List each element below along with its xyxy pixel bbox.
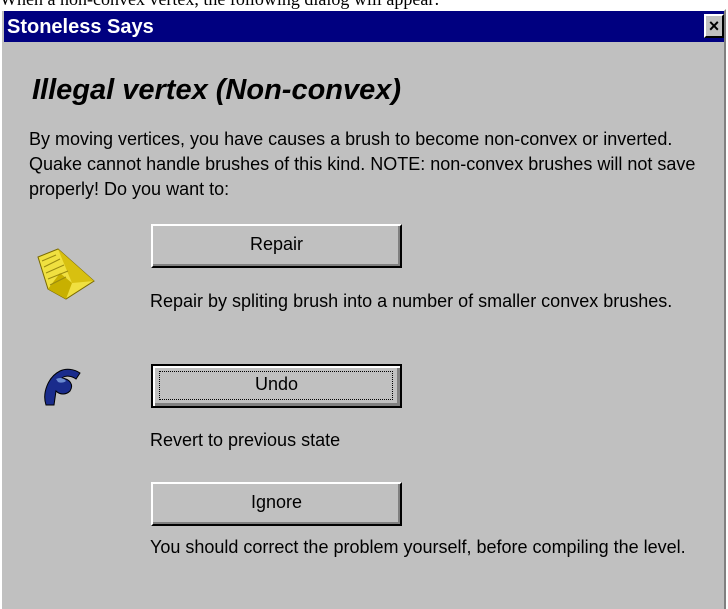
ignore-button-label: Ignore [250, 492, 303, 512]
repair-button-label: Repair [249, 234, 304, 254]
ignore-description: You should correct the problem yourself,… [150, 537, 686, 557]
repair-description: Repair by spliting brush into a number o… [150, 291, 673, 311]
undo-icon [44, 368, 81, 406]
close-button[interactable]: × [704, 14, 724, 38]
undo-button[interactable]: Undo [151, 364, 402, 408]
window-title: Stoneless Says [7, 16, 154, 38]
ignore-button[interactable]: Ignore [151, 482, 402, 526]
title-bar[interactable]: Stoneless Says × [4, 11, 724, 42]
repair-wedge-icon [37, 248, 95, 300]
dialog-message: By moving vertices, you have causes a br… [29, 129, 696, 199]
stoneless-dialog: Stoneless Says × Illegal vertex (Non-con… [0, 9, 726, 609]
close-icon: × [708, 16, 720, 36]
dialog-heading: Illegal vertex (Non-convex) [32, 74, 402, 106]
undo-description: Revert to previous state [150, 430, 341, 450]
page-top-text: When a non-convex vertex, the following … [0, 0, 728, 9]
undo-button-label: Undo [254, 374, 299, 394]
repair-button[interactable]: Repair [151, 224, 402, 268]
